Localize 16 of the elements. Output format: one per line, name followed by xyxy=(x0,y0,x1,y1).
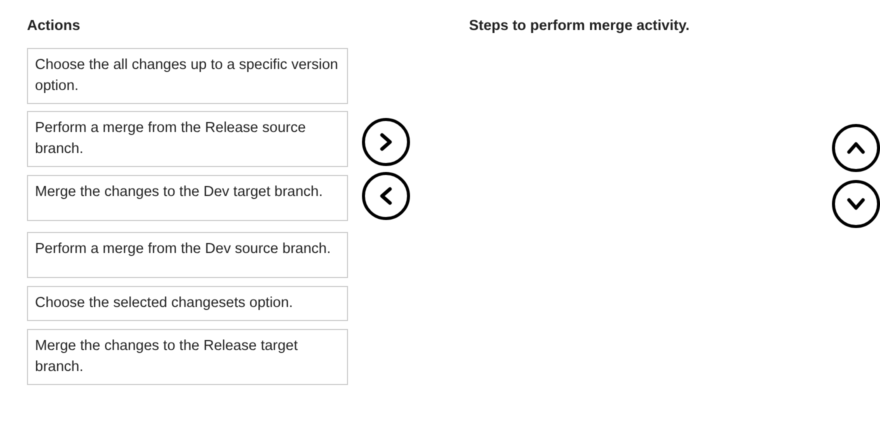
move-left-button[interactable] xyxy=(362,172,410,220)
action-item[interactable]: Merge the changes to the Release target branch. xyxy=(27,329,348,385)
chevron-down-icon xyxy=(846,197,866,211)
actions-heading: Actions xyxy=(27,18,82,36)
chevron-left-icon xyxy=(379,186,394,206)
move-right-button[interactable] xyxy=(362,118,410,166)
chevron-right-icon xyxy=(379,132,394,152)
move-down-button[interactable] xyxy=(832,180,880,228)
action-item[interactable]: Choose the selected changesets option. xyxy=(27,286,348,321)
action-item[interactable]: Merge the changes to the Dev target branch. xyxy=(27,175,348,221)
move-up-button[interactable] xyxy=(832,124,880,172)
action-item[interactable]: Perform a merge from the Dev source branch. xyxy=(27,232,348,278)
action-item[interactable]: Choose the all changes up to a specific version option. xyxy=(27,48,348,104)
chevron-up-icon xyxy=(846,141,866,155)
steps-heading: Steps to perform merge activity. xyxy=(468,18,690,36)
action-item[interactable]: Perform a merge from the Release source branch. xyxy=(27,111,348,167)
